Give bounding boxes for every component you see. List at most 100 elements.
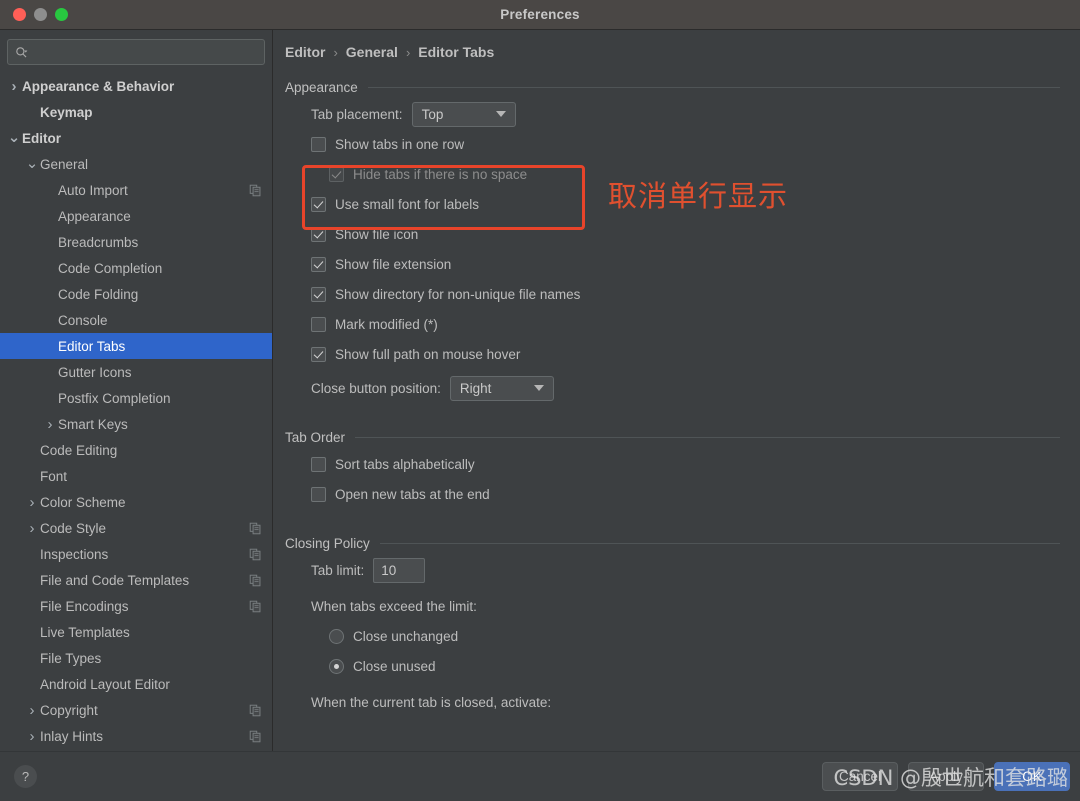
sidebar-item-smart-keys[interactable]: › Smart Keys	[0, 411, 272, 437]
when-exceed-limit-row: When tabs exceed the limit:	[285, 591, 1060, 621]
sidebar-item-label: Code Completion	[58, 260, 163, 276]
sidebar-item-appearance-behavior[interactable]: › Appearance & Behavior	[0, 73, 272, 99]
sidebar-item-label: Code Editing	[40, 442, 118, 458]
breadcrumb-editor[interactable]: Editor	[285, 44, 325, 60]
settings-tree[interactable]: › Appearance & Behavior Keymap ⌄ Editor ⌄ Gen…	[0, 71, 272, 751]
copy-settings-icon[interactable]	[249, 600, 262, 613]
chevron-right-icon[interactable]: ›	[42, 416, 58, 433]
sort-tabs-alphabetically-row[interactable]: Sort tabs alphabetically	[285, 449, 1060, 479]
copy-settings-icon[interactable]	[249, 730, 262, 743]
sidebar-item-keymap[interactable]: Keymap	[0, 99, 272, 125]
sidebar-item-editor[interactable]: ⌄ Editor	[0, 125, 272, 151]
show-file-extension-checkbox[interactable]	[311, 256, 326, 272]
sidebar-item-console[interactable]: Console	[0, 307, 272, 333]
mark-modified-checkbox[interactable]	[311, 316, 326, 332]
copy-settings-icon[interactable]	[249, 184, 262, 197]
sort-tabs-alphabetically-checkbox[interactable]	[311, 456, 326, 472]
sidebar-item-general[interactable]: ⌄ General	[0, 151, 272, 177]
show-file-icon-row[interactable]: Show file icon	[285, 219, 1060, 249]
sidebar-item-file-encodings[interactable]: File Encodings	[0, 593, 272, 619]
chevron-down-icon[interactable]: ⌄	[24, 156, 40, 171]
show-tabs-one-row-checkbox[interactable]	[311, 136, 326, 152]
close-unchanged-row[interactable]: Close unchanged	[285, 621, 1060, 651]
chevron-right-icon[interactable]: ›	[6, 78, 22, 95]
sidebar-item-label: Postfix Completion	[58, 390, 171, 406]
open-new-tabs-end-row[interactable]: Open new tabs at the end	[285, 479, 1060, 509]
tab-placement-select[interactable]: Top	[411, 101, 516, 127]
sidebar-item-android-layout-editor[interactable]: Android Layout Editor	[0, 671, 272, 697]
hide-tabs-no-space-checkbox[interactable]	[329, 166, 344, 182]
sidebar-item-label: Auto Import	[58, 182, 128, 198]
sidebar-item-appearance[interactable]: Appearance	[0, 203, 272, 229]
sidebar-item-font[interactable]: Font	[0, 463, 272, 489]
open-new-tabs-end-checkbox[interactable]	[311, 486, 326, 502]
sidebar-item-color-scheme[interactable]: › Color Scheme	[0, 489, 272, 515]
copy-settings-icon[interactable]	[249, 548, 262, 561]
show-full-path-checkbox[interactable]	[311, 346, 326, 362]
sidebar-item-code-completion[interactable]: Code Completion	[0, 255, 272, 281]
show-full-path-label: Show full path on mouse hover	[335, 346, 521, 362]
close-unused-row[interactable]: Close unused	[285, 651, 1060, 681]
appearance-group-title: Appearance	[285, 80, 358, 95]
tab-order-group: Tab Order Sort tabs alphabetically Open …	[285, 430, 1060, 509]
close-unchanged-radio[interactable]	[329, 628, 344, 644]
copy-settings-icon[interactable]	[249, 704, 262, 717]
settings-pane: Appearance Tab placement: Top Show tabs …	[273, 60, 1080, 717]
close-button-position-select[interactable]: Right	[449, 375, 554, 401]
chevron-down-icon	[533, 385, 544, 391]
sidebar-item-code-editing[interactable]: Code Editing	[0, 437, 272, 463]
sidebar-item-code-folding[interactable]: Code Folding	[0, 281, 272, 307]
sidebar-item-postfix-completion[interactable]: Postfix Completion	[0, 385, 272, 411]
apply-button[interactable]: Apply	[908, 762, 984, 791]
sidebar-item-inspections[interactable]: Inspections	[0, 541, 272, 567]
show-directory-checkbox[interactable]	[311, 286, 326, 302]
chevron-right-icon[interactable]: ›	[24, 494, 40, 511]
settings-content: Editor › General › Editor Tabs Appearanc…	[273, 30, 1080, 751]
search-input[interactable]	[32, 45, 257, 59]
title-bar: Preferences	[0, 0, 1080, 30]
chevron-right-icon[interactable]: ›	[24, 520, 40, 537]
sidebar-item-gutter-icons[interactable]: Gutter Icons	[0, 359, 272, 385]
sidebar-item-breadcrumbs[interactable]: Breadcrumbs	[0, 229, 272, 255]
sidebar-item-inlay-hints[interactable]: › Inlay Hints	[0, 723, 272, 749]
sidebar-item-code-style[interactable]: › Code Style	[0, 515, 272, 541]
cancel-button[interactable]: Cancel	[822, 762, 898, 791]
appearance-group: Appearance Tab placement: Top Show tabs …	[285, 80, 1060, 403]
tab-limit-input[interactable]: 10	[373, 557, 426, 583]
breadcrumb-general[interactable]: General	[346, 44, 398, 60]
sidebar-item-editor-tabs[interactable]: Editor Tabs	[0, 333, 272, 359]
search-box[interactable]	[7, 39, 265, 65]
sidebar-item-copyright[interactable]: › Copyright	[0, 697, 272, 723]
show-file-icon-checkbox[interactable]	[311, 226, 326, 242]
chevron-right-icon[interactable]: ›	[24, 728, 40, 745]
show-full-path-row[interactable]: Show full path on mouse hover	[285, 339, 1060, 369]
chevron-right-icon[interactable]: ›	[24, 702, 40, 719]
help-button[interactable]: ?	[14, 765, 37, 788]
use-small-font-checkbox[interactable]	[311, 196, 326, 212]
close-unused-radio[interactable]	[329, 658, 344, 674]
breadcrumb-separator-2: ›	[405, 44, 411, 60]
when-exceed-limit-label: When tabs exceed the limit:	[311, 598, 477, 614]
mark-modified-label: Mark modified (*)	[335, 316, 438, 332]
search-icon	[16, 46, 28, 57]
ok-button[interactable]: OK	[994, 762, 1070, 791]
sidebar-item-label: Inspections	[40, 546, 109, 562]
show-tabs-one-row-row[interactable]: Show tabs in one row	[285, 129, 1060, 159]
sidebar-item-label: Appearance & Behavior	[22, 78, 175, 94]
show-directory-label: Show directory for non-unique file names	[335, 286, 581, 302]
tab-limit-row: Tab limit: 10	[285, 555, 1060, 585]
sidebar-item-file-types[interactable]: File Types	[0, 645, 272, 671]
sidebar-item-auto-import[interactable]: Auto Import	[0, 177, 272, 203]
copy-settings-icon[interactable]	[249, 574, 262, 587]
show-directory-row[interactable]: Show directory for non-unique file names	[285, 279, 1060, 309]
sidebar-item-file-and-code-templates[interactable]: File and Code Templates	[0, 567, 272, 593]
show-file-extension-row[interactable]: Show file extension	[285, 249, 1060, 279]
chevron-down-icon[interactable]: ⌄	[6, 130, 22, 145]
sidebar-item-live-templates[interactable]: Live Templates	[0, 619, 272, 645]
mark-modified-row[interactable]: Mark modified (*)	[285, 309, 1060, 339]
copy-settings-icon[interactable]	[249, 522, 262, 535]
